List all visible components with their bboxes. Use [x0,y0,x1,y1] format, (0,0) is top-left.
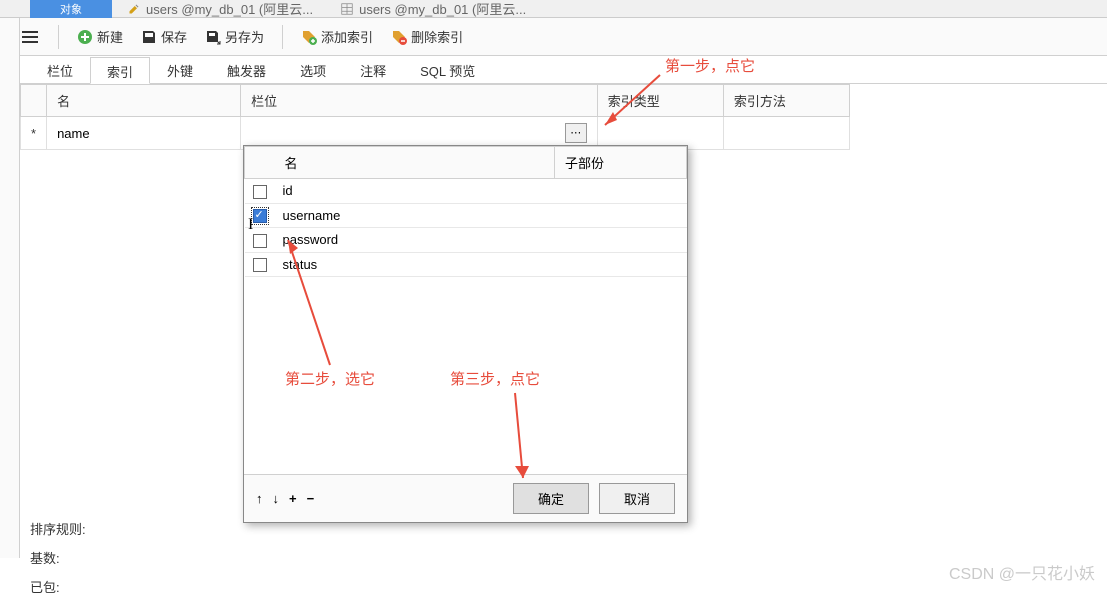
tab-comments[interactable]: 注释 [343,56,403,83]
annotation-step3: 第三步，点它 [450,368,540,389]
property-panel: 排序规则: 基数: 已包: [30,519,86,596]
checkbox-icon[interactable] [253,185,267,199]
checkbox-icon[interactable] [253,234,267,248]
checkbox-icon[interactable] [253,209,267,223]
tab-objects[interactable]: 对象 [30,0,112,18]
arrow-icon [595,70,665,135]
left-gutter [0,18,20,558]
tab-triggers[interactable]: 触发器 [210,56,283,83]
grid-icon [341,3,353,15]
tab-label: users @my_db_01 (阿里云... [359,0,526,18]
cell-method[interactable] [723,117,849,150]
packed-label: 已包: [30,577,86,596]
list-item[interactable]: id [245,179,687,204]
separator [282,25,283,49]
index-grid: 名 栏位 索引类型 索引方法 * name ⋯ [20,84,850,150]
tab-columns[interactable]: 栏位 [30,56,90,83]
row-marker: * [21,117,47,150]
new-button[interactable]: 新建 [69,23,131,50]
list-item[interactable]: username [245,203,687,228]
plus-circle-icon [77,29,93,45]
marker-header [21,85,47,117]
add-index-label: 添加索引 [321,27,373,46]
toolbar: 新建 保存 另存为 添加索引 删除索引 [0,18,1107,56]
header-name[interactable]: 名 [47,85,241,117]
tab-sql-preview[interactable]: SQL 预览 [403,56,492,83]
add-icon[interactable]: + [289,491,297,506]
annotation-step1: 第一步，点它 [665,55,755,76]
cancel-button[interactable]: 取消 [599,483,675,514]
saveas-button[interactable]: 另存为 [197,23,272,50]
pencil-icon [128,3,140,15]
tab-table-design-1[interactable]: users @my_db_01 (阿里云... [116,0,325,18]
header-check [245,147,275,179]
field-name: username [275,203,555,228]
remove-icon[interactable]: − [307,491,315,506]
sort-rule-label: 排序规则: [30,519,86,538]
title-tabs-row: 对象 users @my_db_01 (阿里云... users @my_db_… [0,0,1107,18]
watermark: CSDN @一只花小妖 [949,560,1095,584]
add-index-button[interactable]: 添加索引 [293,23,381,50]
cell-name[interactable]: name [47,117,241,150]
tag-minus-icon [391,29,407,45]
text-cursor-icon: I [248,216,253,234]
floppy-arrow-icon [205,29,221,45]
move-down-icon[interactable]: ↓ [273,491,280,506]
new-label: 新建 [97,27,123,46]
save-label: 保存 [161,27,187,46]
cardinality-label: 基数: [30,548,86,567]
tab-foreign-keys[interactable]: 外键 [150,56,210,83]
header-method[interactable]: 索引方法 [723,85,849,117]
floppy-icon [141,29,157,45]
tab-options[interactable]: 选项 [283,56,343,83]
separator [58,25,59,49]
field-name: id [275,179,555,204]
tab-label: users @my_db_01 (阿里云... [146,0,313,18]
tab-table-view-2[interactable]: users @my_db_01 (阿里云... [329,0,538,18]
tag-plus-icon [301,29,317,45]
saveas-label: 另存为 [225,27,264,46]
move-up-icon[interactable]: ↑ [256,491,263,506]
save-button[interactable]: 保存 [133,23,195,50]
arrow-icon [280,230,350,370]
header-name[interactable]: 名 [275,147,555,179]
arrow-icon [505,388,535,488]
annotation-step2: 第二步，选它 [285,368,375,389]
checkbox-icon[interactable] [253,258,267,272]
popup-footer: ↑ ↓ + − 确定 取消 [244,474,687,522]
tab-indexes[interactable]: 索引 [90,57,150,84]
header-subpart[interactable]: 子部份 [555,147,687,179]
header-field[interactable]: 栏位 [241,85,598,117]
delete-index-label: 删除索引 [411,27,463,46]
field-picker-button[interactable]: ⋯ [565,123,587,143]
delete-index-button[interactable]: 删除索引 [383,23,471,50]
design-subtabs: 栏位 索引 外键 触发器 选项 注释 SQL 预览 [0,56,1107,84]
